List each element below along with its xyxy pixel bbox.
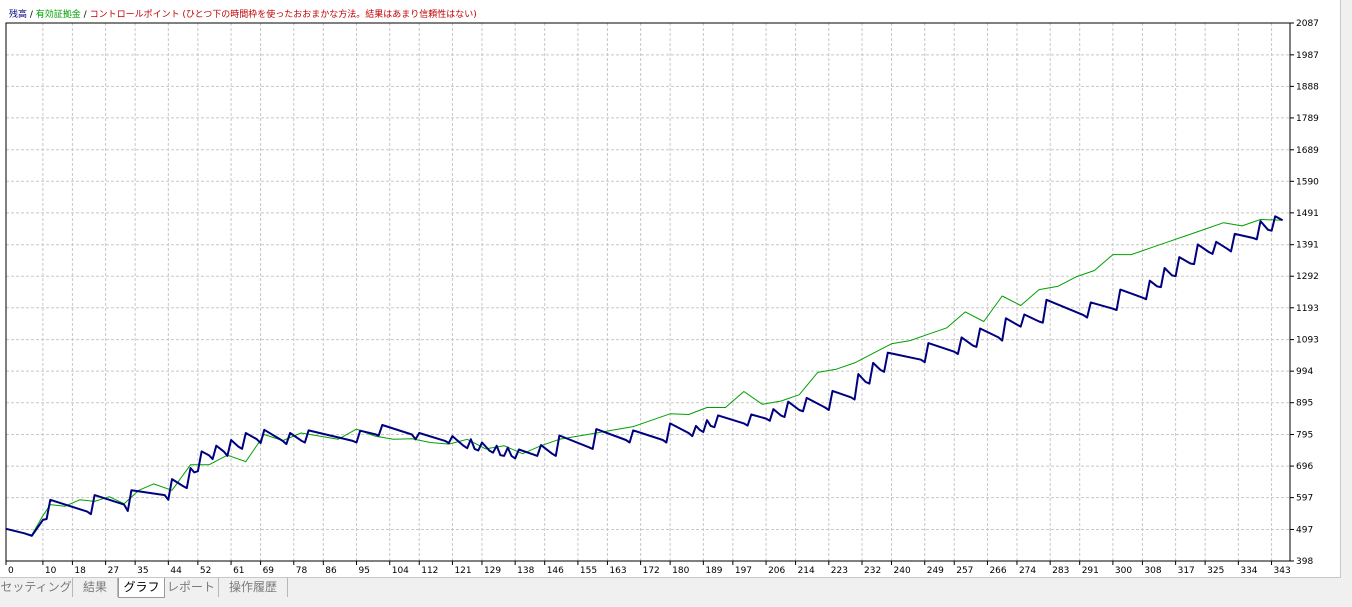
y-tick-label: 497	[1296, 525, 1313, 535]
y-tick-label: 1491	[1296, 209, 1319, 219]
x-tick-label: 138	[517, 566, 534, 576]
y-tick-label: 398	[1296, 557, 1313, 567]
y-tick-label: 1888	[1296, 82, 1319, 92]
x-tick-label: 180	[672, 566, 689, 576]
tab-results[interactable]: 結果	[73, 578, 118, 597]
y-tick-label: 1987	[1296, 51, 1319, 61]
x-tick-label: 308	[1144, 566, 1161, 576]
x-tick-label: 121	[454, 566, 471, 576]
y-tick-label: 1789	[1296, 114, 1319, 124]
x-tick-label: 317	[1178, 566, 1195, 576]
x-tick-label: 232	[864, 566, 881, 576]
x-tick-label: 52	[200, 566, 211, 576]
x-tick-label: 44	[170, 566, 182, 576]
equity-line	[5, 219, 1283, 536]
legend-control-points: コントロールポイント (ひとつ下の時間枠を使ったおおまかな方法。結果はあまり信頼…	[89, 10, 477, 20]
axis-layer: 398 497 597 696 795 895 994 1093 1193 1292 1391 149…	[5, 19, 1319, 576]
y-tick-label: 1193	[1296, 304, 1319, 314]
tab-graph[interactable]: グラフ	[118, 578, 165, 598]
x-tick-label: 0	[8, 566, 14, 576]
y-tick-label: 1689	[1296, 146, 1319, 156]
x-tick-label: 325	[1207, 566, 1224, 576]
x-tick-label: 155	[580, 566, 597, 576]
x-tick-label: 240	[894, 566, 911, 576]
x-tick-label: 146	[547, 566, 564, 576]
x-tick-label: 300	[1115, 566, 1132, 576]
y-tick-label: 1391	[1296, 241, 1319, 251]
x-tick-label: 86	[325, 566, 337, 576]
legend-separator: /	[27, 10, 36, 20]
legend: 残高 / 有効証拠金 / コントロールポイント (ひとつ下の時間枠を使ったおおま…	[9, 9, 477, 21]
y-tick-label: 1292	[1296, 272, 1319, 282]
x-tick-label: 35	[137, 566, 148, 576]
x-tick-label: 291	[1082, 566, 1099, 576]
grid-layer	[5, 22, 1290, 562]
x-tick-label: 112	[421, 566, 438, 576]
legend-equity: 有効証拠金	[35, 10, 81, 20]
legend-separator: /	[80, 10, 90, 20]
x-tick-label: 206	[768, 566, 785, 576]
y-tick-label: 795	[1296, 431, 1313, 441]
x-tick-label: 104	[392, 566, 409, 576]
x-tick-label: 266	[989, 566, 1006, 576]
x-tick-label: 172	[643, 566, 660, 576]
x-tick-label: 61	[233, 566, 244, 576]
y-tick-label: 1590	[1296, 177, 1319, 187]
legend-balance: 残高	[9, 10, 28, 20]
x-tick-label: 283	[1052, 566, 1069, 576]
x-tick-label: 27	[108, 566, 119, 576]
x-tick-label: 189	[705, 566, 722, 576]
x-tick-label: 274	[1019, 566, 1036, 576]
x-tick-label: 257	[956, 566, 973, 576]
y-tick-label: 2087	[1296, 19, 1319, 29]
tab-history[interactable]: 操作履歴	[219, 578, 288, 597]
x-tick-label: 163	[609, 566, 626, 576]
x-tick-label: 214	[798, 566, 815, 576]
x-tick-label: 334	[1240, 566, 1257, 576]
x-tick-label: 10	[45, 566, 57, 576]
x-tick-label: 78	[296, 566, 308, 576]
y-tick-label: 895	[1296, 399, 1313, 409]
tab-bar: セッティング 結果 グラフ レポート 操作履歴	[0, 578, 1352, 607]
y-tick-label: 994	[1296, 367, 1313, 377]
x-tick-label: 249	[927, 566, 944, 576]
chart-panel: 398 497 597 696 795 895 994 1093 1193 1292 1391 149…	[0, 0, 1341, 578]
equity-chart: 398 497 597 696 795 895 994 1093 1193 1292 1391 149…	[5, 19, 1319, 576]
x-tick-label: 197	[735, 566, 752, 576]
x-tick-label: 69	[263, 566, 275, 576]
x-tick-label: 95	[359, 566, 370, 576]
plot-frame	[5, 22, 1291, 562]
x-tick-label: 18	[74, 566, 86, 576]
y-tick-label: 1093	[1296, 336, 1319, 346]
y-tick-label: 597	[1296, 494, 1313, 504]
y-tick-label: 696	[1296, 462, 1313, 472]
x-tick-label: 343	[1274, 566, 1291, 576]
tab-settings[interactable]: セッティング	[0, 578, 73, 597]
x-tick-label: 129	[484, 566, 501, 576]
x-tick-label: 223	[831, 566, 848, 576]
tab-report[interactable]: レポート	[164, 578, 219, 597]
